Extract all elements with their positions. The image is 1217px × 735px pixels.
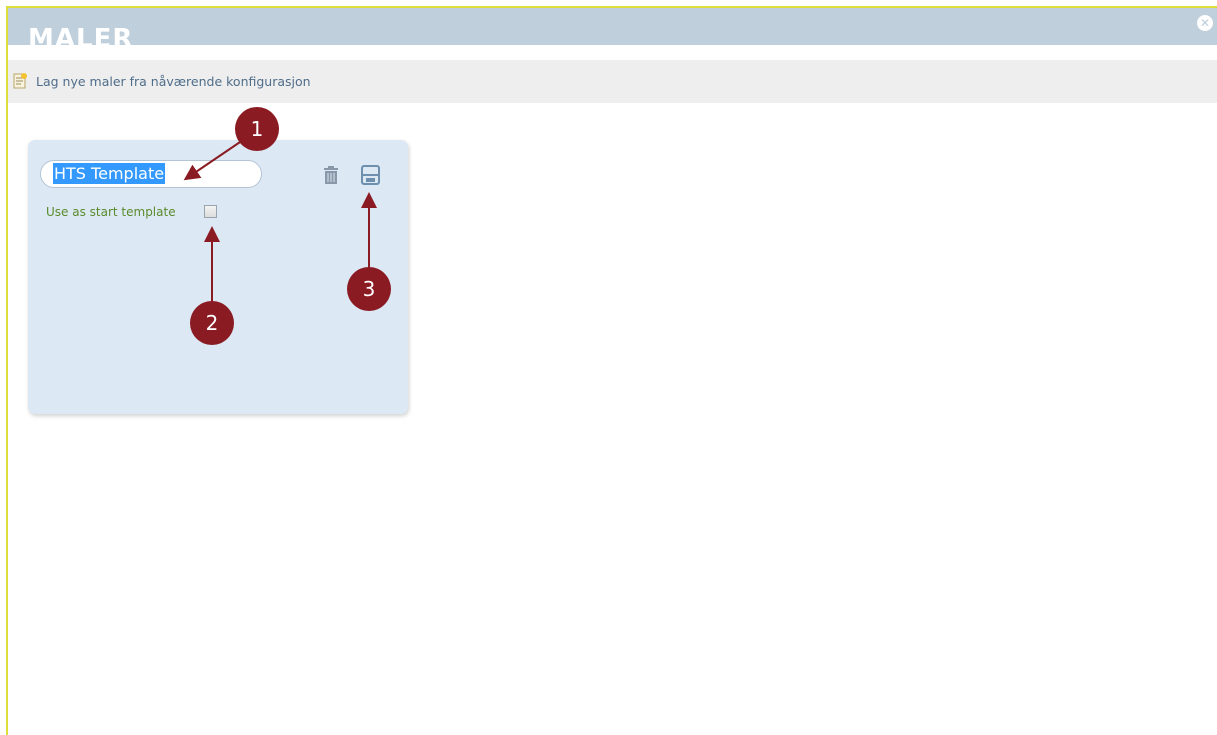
start-template-label: Use as start template [46, 205, 176, 219]
save-icon[interactable] [361, 165, 380, 185]
dialog-title: MALER [28, 24, 134, 45]
template-name-value: HTS Template [53, 163, 166, 184]
templates-toolbar: Lag nye maler fra nåværende konfigurasjo… [8, 60, 1217, 103]
new-template-link[interactable]: Lag nye maler fra nåværende konfigurasjo… [36, 74, 311, 89]
trash-icon[interactable] [323, 166, 339, 184]
start-template-checkbox[interactable] [204, 205, 217, 218]
dialog-titlebar: MALER ✕ [8, 8, 1217, 45]
template-name-input[interactable]: HTS Template [40, 160, 262, 188]
templates-dialog: MALER ✕ Lag nye maler fra nåværende konf… [6, 6, 1217, 735]
new-template-icon[interactable] [12, 73, 28, 90]
template-card: HTS Template Use as start template [28, 140, 408, 414]
close-icon[interactable]: ✕ [1197, 15, 1213, 31]
